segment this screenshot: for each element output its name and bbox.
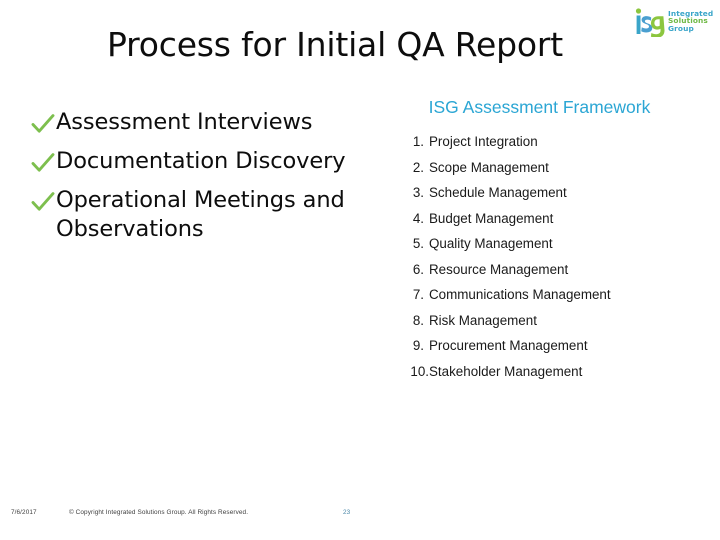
list-item-label: Budget Management [429,210,554,226]
isg-logo-wordmark: Integrated Solutions Group [668,10,713,33]
isg-logo-mark-icon [632,5,666,37]
list-item: 1. Project Integration [404,134,704,150]
framework-panel: ISG Assessment Framework 1. Project Inte… [404,96,704,390]
list-item-number: 3. [412,185,424,201]
slide-footer: 7/6/2017 © Copyright Integrated Solution… [0,508,720,524]
framework-heading: ISG Assessment Framework [428,97,651,117]
list-item-number: 5. [412,236,424,252]
list-item: 8. Risk Management [404,312,704,328]
list-item-label: Documentation Discovery [56,148,346,174]
list-item: 4. Budget Management [404,210,704,226]
list-item-label: Operational Meetings and Observations [56,187,345,243]
list-item: 9. Procurement Management [404,338,704,354]
footer-date: 7/6/2017 [11,509,37,516]
footer-page-number: 23 [343,509,351,516]
list-item-number: 9. [412,338,424,354]
check-mark-icon [30,189,56,219]
list-item-number: 10. [410,363,429,379]
list-item: 10. Stakeholder Management [404,363,704,379]
list-item: 2. Scope Management [404,159,704,175]
list-item-number: 1. [412,134,424,150]
slide-canvas: Integrated Solutions Group Process for I… [0,0,720,540]
list-item: 5. Quality Management [404,236,704,252]
check-mark-icon [30,150,56,180]
footer-copyright: © Copyright Integrated Solutions Group. … [69,509,249,516]
list-item-number: 2. [412,159,424,175]
list-item: Documentation Discovery [30,147,400,180]
list-item-label: Scope Management [429,159,549,175]
list-item-label: Project Integration [429,134,538,150]
logo-word-group: Group [668,23,694,33]
framework-knowledge-areas-list: 1. Project Integration 2. Scope Manageme… [404,135,704,378]
activities-list: Assessment Interviews Documentation Disc… [30,108,400,251]
list-item: 6. Resource Management [404,261,704,277]
list-item-label: Assessment Interviews [56,109,313,135]
list-item-label: Quality Management [429,236,553,252]
list-item-label: Schedule Management [429,185,567,201]
list-item: 3. Schedule Management [404,185,704,201]
list-item-number: 6. [412,261,424,277]
list-item: Assessment Interviews [30,108,400,141]
slide-title: Process for Initial QA Report [107,25,563,64]
list-item-number: 7. [412,287,424,303]
list-item-label: Procurement Management [429,338,588,354]
isg-logo: Integrated Solutions Group [632,4,716,38]
list-item-label: Communications Management [429,287,611,303]
list-item: 7. Communications Management [404,287,704,303]
list-item-label: Stakeholder Management [429,363,583,379]
check-mark-icon [30,111,56,141]
list-item: Operational Meetings and Observations [30,186,400,245]
list-item-number: 8. [412,312,424,328]
list-item-label: Resource Management [429,261,569,277]
list-item-label: Risk Management [429,312,537,328]
list-item-number: 4. [412,210,424,226]
